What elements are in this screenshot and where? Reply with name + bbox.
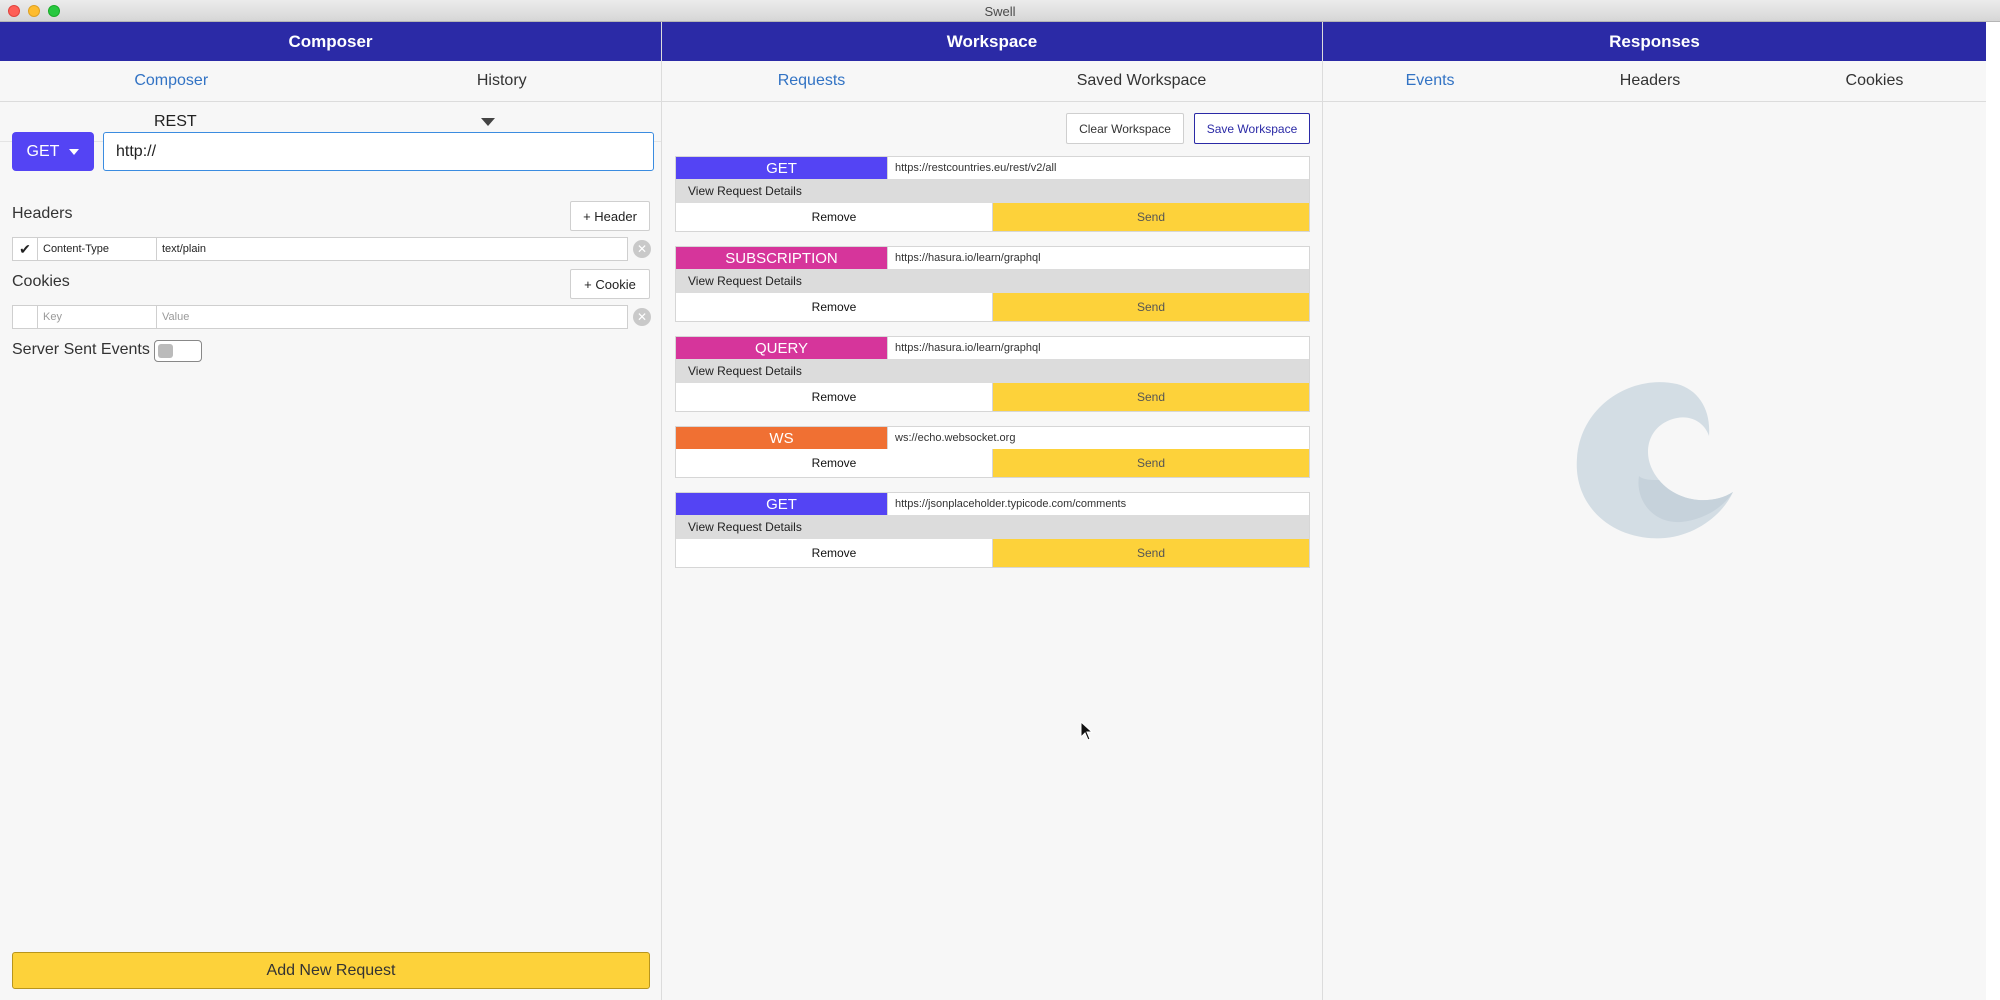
request-card: WS ws://echo.websocket.org Remove Send (675, 426, 1310, 478)
responses-header: Responses (1323, 22, 1986, 61)
toggle-knob (158, 344, 173, 358)
cookie-value-input[interactable]: Value (157, 305, 628, 329)
remove-request-button[interactable]: Remove (676, 203, 993, 231)
checkmark-icon: ✔ (19, 240, 31, 257)
header-value-input[interactable]: text/plain (157, 237, 628, 261)
request-url: https://restcountries.eu/rest/v2/all (887, 157, 1309, 179)
sse-toggle[interactable] (154, 340, 202, 362)
view-request-details-toggle[interactable]: View Request Details (676, 269, 1309, 293)
tab-saved-workspace[interactable]: Saved Workspace (1077, 72, 1207, 90)
add-header-button[interactable]: + Header (570, 201, 650, 231)
sse-label: Server Sent Events (12, 341, 150, 358)
swell-wave-logo-icon (1576, 382, 1733, 539)
header-enable-checkbox[interactable]: ✔ (12, 237, 38, 261)
remove-header-icon[interactable]: ✕ (633, 240, 651, 258)
request-method-badge: QUERY (676, 337, 887, 359)
clear-workspace-button[interactable]: Clear Workspace (1066, 113, 1184, 144)
window-title: Swell (984, 4, 1016, 19)
header-row: ✔ Content-Type text/plain ✕ (12, 237, 651, 261)
tab-cookies[interactable]: Cookies (1846, 72, 1904, 90)
remove-cookie-icon[interactable]: ✕ (633, 308, 651, 326)
request-url: ws://echo.websocket.org (887, 427, 1309, 449)
remove-request-button[interactable]: Remove (676, 293, 993, 321)
request-card: GET https://restcountries.eu/rest/v2/all… (675, 156, 1310, 232)
request-url: https://jsonplaceholder.typicode.com/com… (887, 493, 1309, 515)
request-method-badge: WS (676, 427, 887, 449)
method-label: GET (26, 142, 60, 160)
send-request-button[interactable]: Send (993, 383, 1309, 411)
url-bar: GET http:// (12, 132, 654, 171)
tab-composer[interactable]: Composer (134, 72, 208, 90)
view-request-details-toggle[interactable]: View Request Details (676, 359, 1309, 383)
view-request-details-toggle[interactable]: View Request Details (676, 179, 1309, 203)
save-workspace-button[interactable]: Save Workspace (1194, 113, 1310, 144)
request-url: https://hasura.io/learn/graphql (887, 247, 1309, 269)
tab-history[interactable]: History (477, 72, 527, 90)
add-new-request-button[interactable]: Add New Request (12, 952, 650, 989)
request-method-badge: SUBSCRIPTION (676, 247, 887, 269)
method-select-button[interactable]: GET (12, 132, 94, 171)
header-key-input[interactable]: Content-Type (38, 237, 157, 261)
tab-headers[interactable]: Headers (1620, 72, 1680, 90)
send-request-button[interactable]: Send (993, 539, 1309, 567)
mouse-cursor-icon (1080, 721, 1094, 741)
remove-request-button[interactable]: Remove (676, 539, 993, 567)
workspace-header: Workspace (662, 22, 1322, 61)
cookie-key-input[interactable]: Key (38, 305, 157, 329)
window-titlebar: Swell (0, 0, 2000, 22)
url-input[interactable]: http:// (103, 132, 654, 171)
remove-request-button[interactable]: Remove (676, 449, 993, 477)
chevron-down-icon (69, 148, 80, 155)
responses-tabs: Events Headers Cookies (1323, 61, 1986, 102)
send-request-button[interactable]: Send (993, 449, 1309, 477)
chevron-down-icon (481, 118, 495, 126)
request-card: SUBSCRIPTION https://hasura.io/learn/gra… (675, 246, 1310, 322)
add-cookie-button[interactable]: + Cookie (570, 269, 650, 299)
request-url: https://hasura.io/learn/graphql (887, 337, 1309, 359)
window-edge (1986, 22, 2000, 1000)
workspace-tabs: Requests Saved Workspace (662, 61, 1322, 102)
composer-tabs: Composer History (0, 61, 661, 102)
request-method-badge: GET (676, 493, 887, 515)
request-method-badge: GET (676, 157, 887, 179)
send-request-button[interactable]: Send (993, 293, 1309, 321)
request-card: QUERY https://hasura.io/learn/graphql Vi… (675, 336, 1310, 412)
cookie-enable-checkbox[interactable] (12, 305, 38, 329)
protocol-value: REST (154, 112, 197, 130)
tab-events[interactable]: Events (1406, 72, 1455, 90)
cookie-row: Key Value ✕ (12, 305, 651, 329)
headers-label: Headers (12, 205, 73, 222)
send-request-button[interactable]: Send (993, 203, 1309, 231)
tab-requests[interactable]: Requests (778, 72, 846, 90)
composer-header: Composer (0, 22, 661, 61)
cookies-label: Cookies (12, 273, 70, 290)
remove-request-button[interactable]: Remove (676, 383, 993, 411)
view-request-details-toggle[interactable]: View Request Details (676, 515, 1309, 539)
request-card: GET https://jsonplaceholder.typicode.com… (675, 492, 1310, 568)
